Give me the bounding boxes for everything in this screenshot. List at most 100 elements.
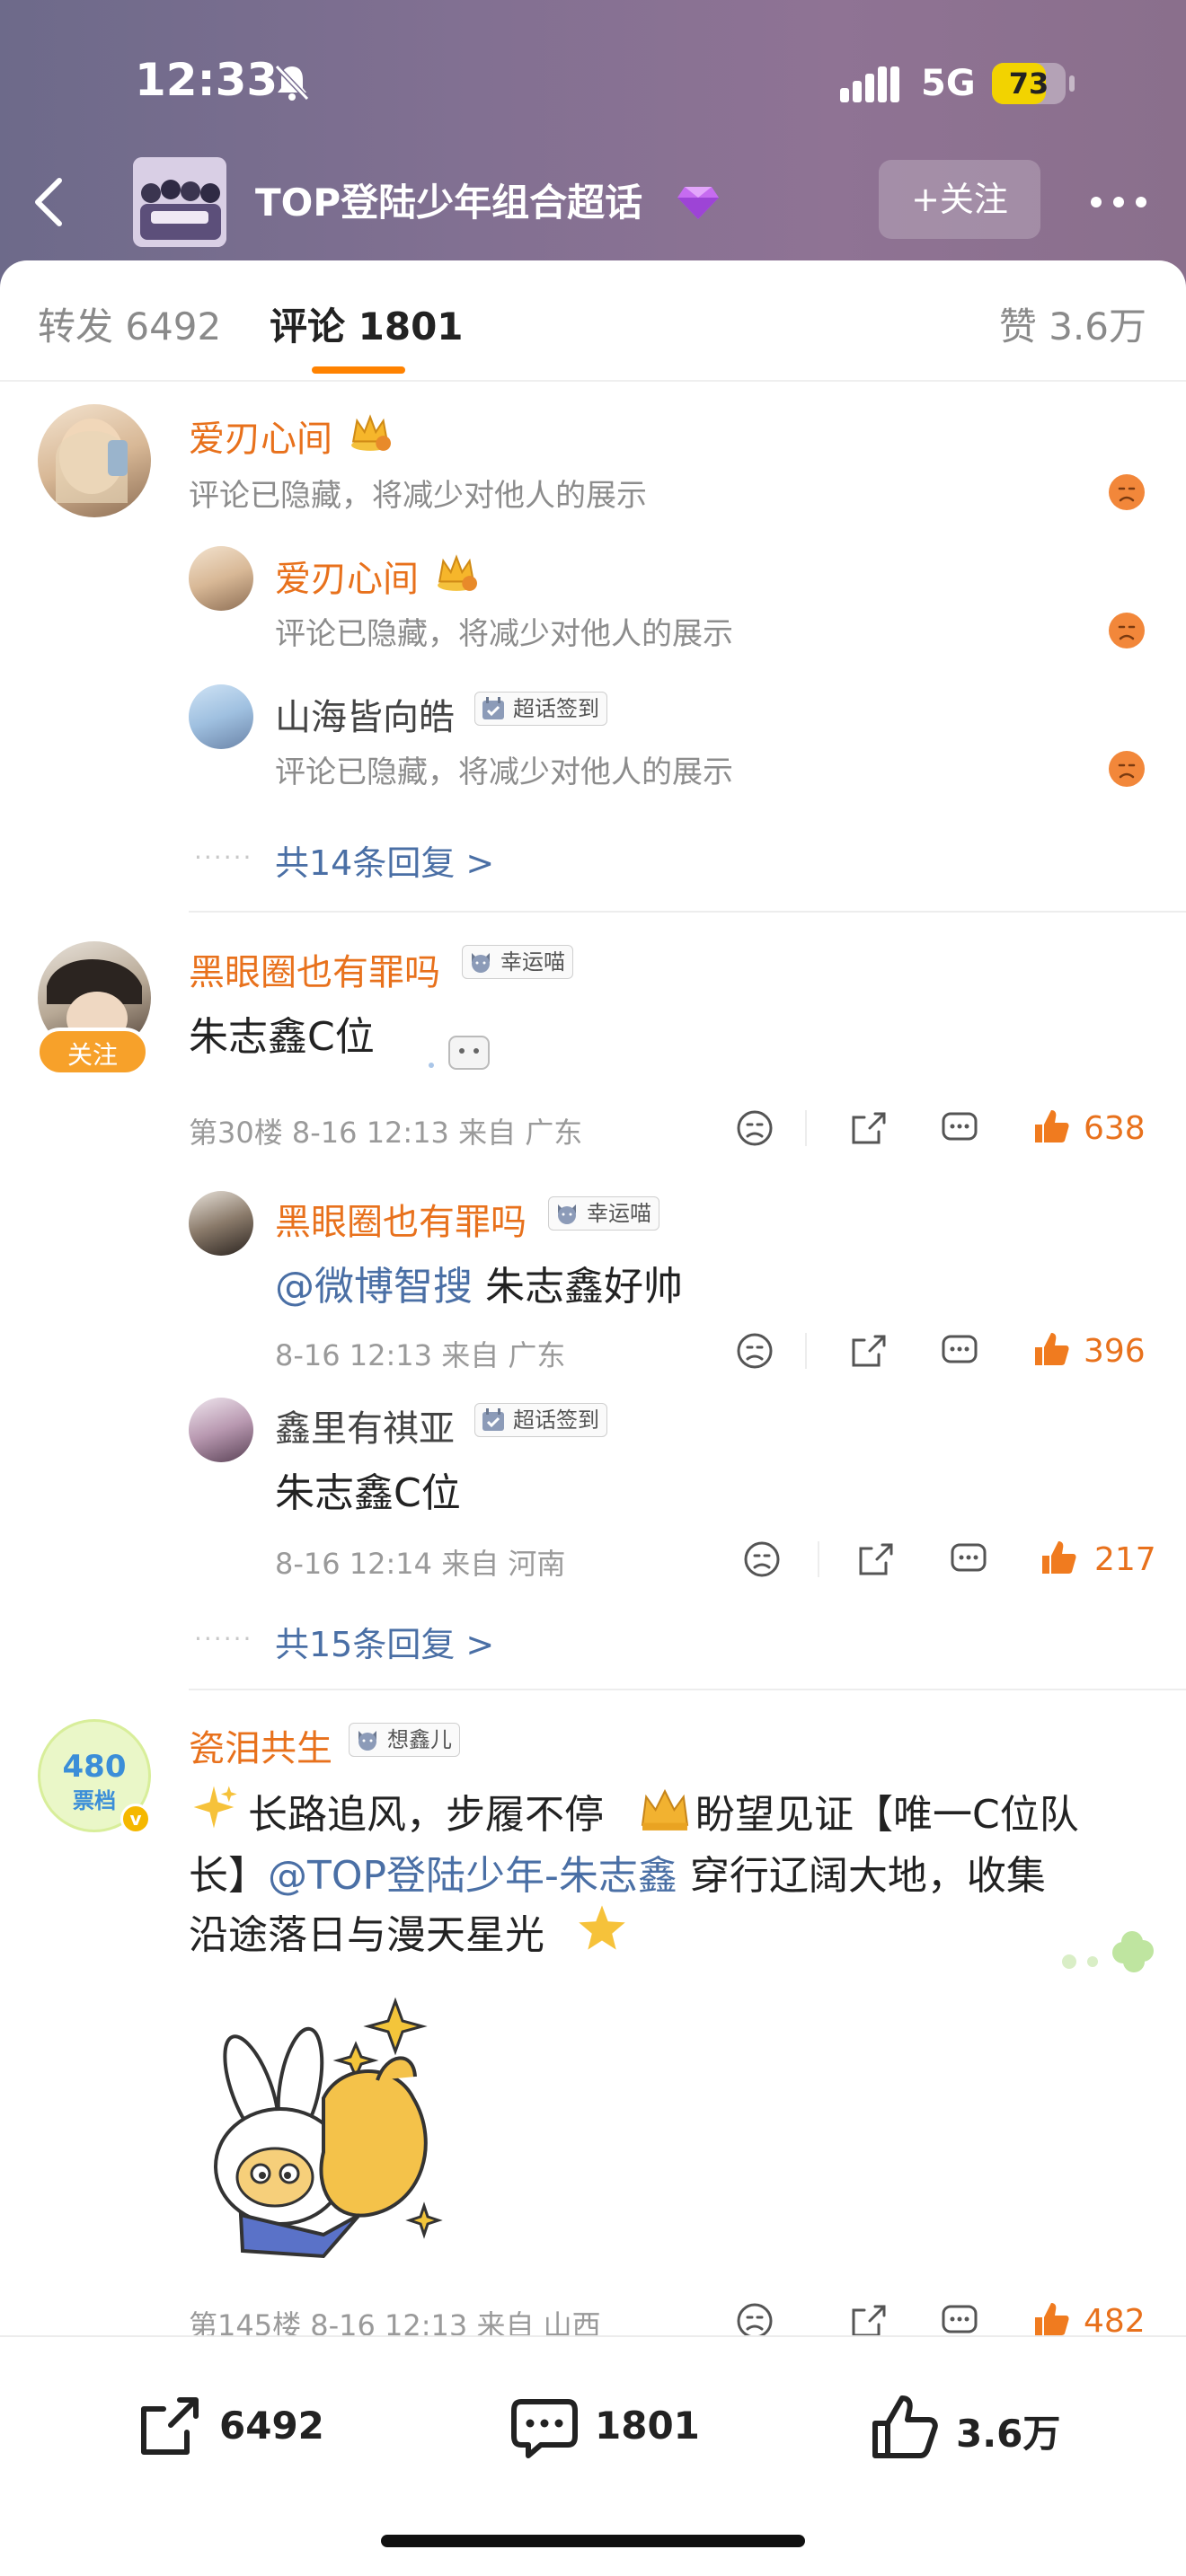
thumbs-up-icon[interactable] [1031,1107,1071,1146]
comment-icon[interactable] [949,1539,988,1579]
view-more-replies-link[interactable]: 共15条回复 > [275,1617,494,1666]
tab-like[interactable]: 赞 3.6万 [999,296,1146,351]
verified-icon: v [120,1804,151,1834]
topic-avatar[interactable] [133,157,226,247]
battery-cap [1069,75,1075,92]
reply-meta: 8-16 12:13 来自 广东 [275,1338,566,1372]
commenter-name[interactable]: 黑眼圈也有罪吗 [189,943,440,995]
action-separator [818,1541,819,1577]
battery-indicator: 73 [992,63,1066,104]
downvote-face-icon[interactable] [1109,474,1145,510]
comment-line-1b: 盼望见证【唯一C位队 [695,1792,1079,1838]
badge-label: 幸运喵 [500,949,565,975]
thumbs-up-icon[interactable] [1031,1329,1071,1369]
network-type: 5G [921,63,976,104]
hidden-comment-text: 评论已隐藏，将减少对他人的展示 [189,478,647,514]
badge-label: 超话签到 [513,696,599,721]
user-badge: 幸运喵 [548,1196,659,1231]
like-button[interactable]: 3.6万 [870,2391,1085,2463]
crown-badge-icon [438,554,477,591]
thumbs-up-icon [872,2395,938,2458]
follow-tag-button[interactable]: 关注 [36,1028,149,1076]
share-icon[interactable] [848,1331,888,1371]
user-badge: 幸运喵 [462,945,573,979]
reply-name[interactable]: 爱刃心间 [275,550,419,602]
badge-label: 想鑫儿 [387,1727,452,1752]
dislike-face-icon[interactable] [742,1539,782,1579]
action-separator [805,1333,807,1369]
comment-icon [511,2399,578,2458]
reply-hidden-text: 评论已隐藏，将减少对他人的展示 [275,754,733,790]
reply-text: @微博智搜 朱志鑫好帅 [275,1254,683,1311]
like-count: 638 [1084,1110,1146,1147]
share-icon[interactable] [848,1108,888,1148]
commenter-name[interactable]: 瓷泪共生 [189,1719,332,1771]
back-arrow-icon[interactable] [27,175,72,229]
reply-avatar[interactable] [189,1191,253,1256]
reply-text-body: 朱志鑫好帅 [473,1264,683,1310]
like-count: 217 [1094,1541,1156,1578]
comment-line-2b: 穿行辽阔大地，收集 [677,1853,1046,1899]
comment-button[interactable]: 1801 [509,2391,724,2463]
tab-repost[interactable]: 转发 6492 [38,296,221,351]
calendar-check-icon [482,1408,504,1431]
comment-text: 朱志鑫C位 [189,1014,375,1060]
calendar-check-icon [482,697,504,719]
reply-dots: ······ [194,1624,253,1654]
comment-item: 480 票档 v 瓷泪共生 想鑫儿 长路追风，步履不停 盼望见证【唯一C位队 长… [0,1703,1186,2342]
reply-meta: 8-16 12:14 来自 河南 [275,1547,566,1581]
tab-comment[interactable]: 评论 1801 [270,296,464,351]
reply-avatar[interactable] [189,1398,253,1462]
topic-title[interactable]: TOP登陆少年组合超话 [255,172,642,227]
dislike-face-icon[interactable] [735,1331,774,1371]
downvote-face-icon[interactable] [1109,751,1145,787]
badge-label: 超话签到 [513,1407,599,1433]
clock: 12:33 [135,54,279,106]
comment-line-1a: 长路追风，步履不停 [248,1792,604,1838]
star-icon [579,1905,625,1950]
comment-count: 1801 [595,2404,700,2448]
more-icon[interactable] [1087,189,1150,216]
comment-item: 爱刃心间 评论已隐藏，将减少对他人的展示 爱刃心间 评论已隐藏，将减少对他人的展… [0,395,1186,925]
reply-name[interactable]: 黑眼圈也有罪吗 [275,1193,527,1245]
cat-icon [472,953,490,973]
comment-meta: 第30楼 8-16 12:13 来自 广东 [189,1116,583,1150]
like-count: 396 [1084,1333,1146,1370]
cat-icon [358,1731,376,1751]
mention-link[interactable]: @微博智搜 [275,1264,473,1310]
repost-button[interactable]: 6492 [133,2391,349,2463]
commenter-name[interactable]: 爱刃心间 [189,410,332,462]
cat-icon [558,1204,576,1224]
repost-count: 6492 [219,2404,324,2448]
share-icon [141,2397,199,2455]
view-more-replies-link[interactable]: 共14条回复 > [275,835,494,885]
tab-bar: 转发 6492 评论 1801 赞 3.6万 [0,260,1186,382]
like-count-total: 3.6万 [956,2412,1061,2456]
comment-icon[interactable] [940,1331,979,1371]
follow-button[interactable]: +关注 [879,160,1040,239]
sparkles-icon [193,1786,237,1829]
crown-icon [641,1788,689,1831]
reply-avatar[interactable] [189,684,253,749]
avatar[interactable] [38,404,151,517]
downvote-face-icon[interactable] [1109,613,1145,648]
like-count: 482 [1084,2303,1146,2340]
tab-active-indicator [312,366,405,374]
thumbs-up-icon[interactable] [1031,2299,1071,2339]
sticker-image[interactable] [189,1990,476,2278]
home-indicator[interactable] [381,2535,805,2547]
reply-avatar[interactable] [189,546,253,611]
badge-label: 幸运喵 [587,1201,651,1226]
share-icon[interactable] [855,1539,895,1579]
signal-icon [840,66,899,102]
thumbs-up-icon[interactable] [1039,1538,1078,1577]
mention-link[interactable]: @TOP登陆少年-朱志鑫 [268,1853,677,1899]
reply-name[interactable]: 鑫里有祺亚 [275,1399,455,1451]
user-badge: 超话签到 [474,1403,607,1437]
comment-icon[interactable] [940,1108,979,1148]
dislike-face-icon[interactable] [735,1108,774,1148]
reply-name[interactable]: 山海皆向皓 [275,688,455,740]
action-separator [805,1110,807,1146]
bubble-decoration-icon [429,1036,490,1070]
reply-dots: ······ [194,842,253,872]
